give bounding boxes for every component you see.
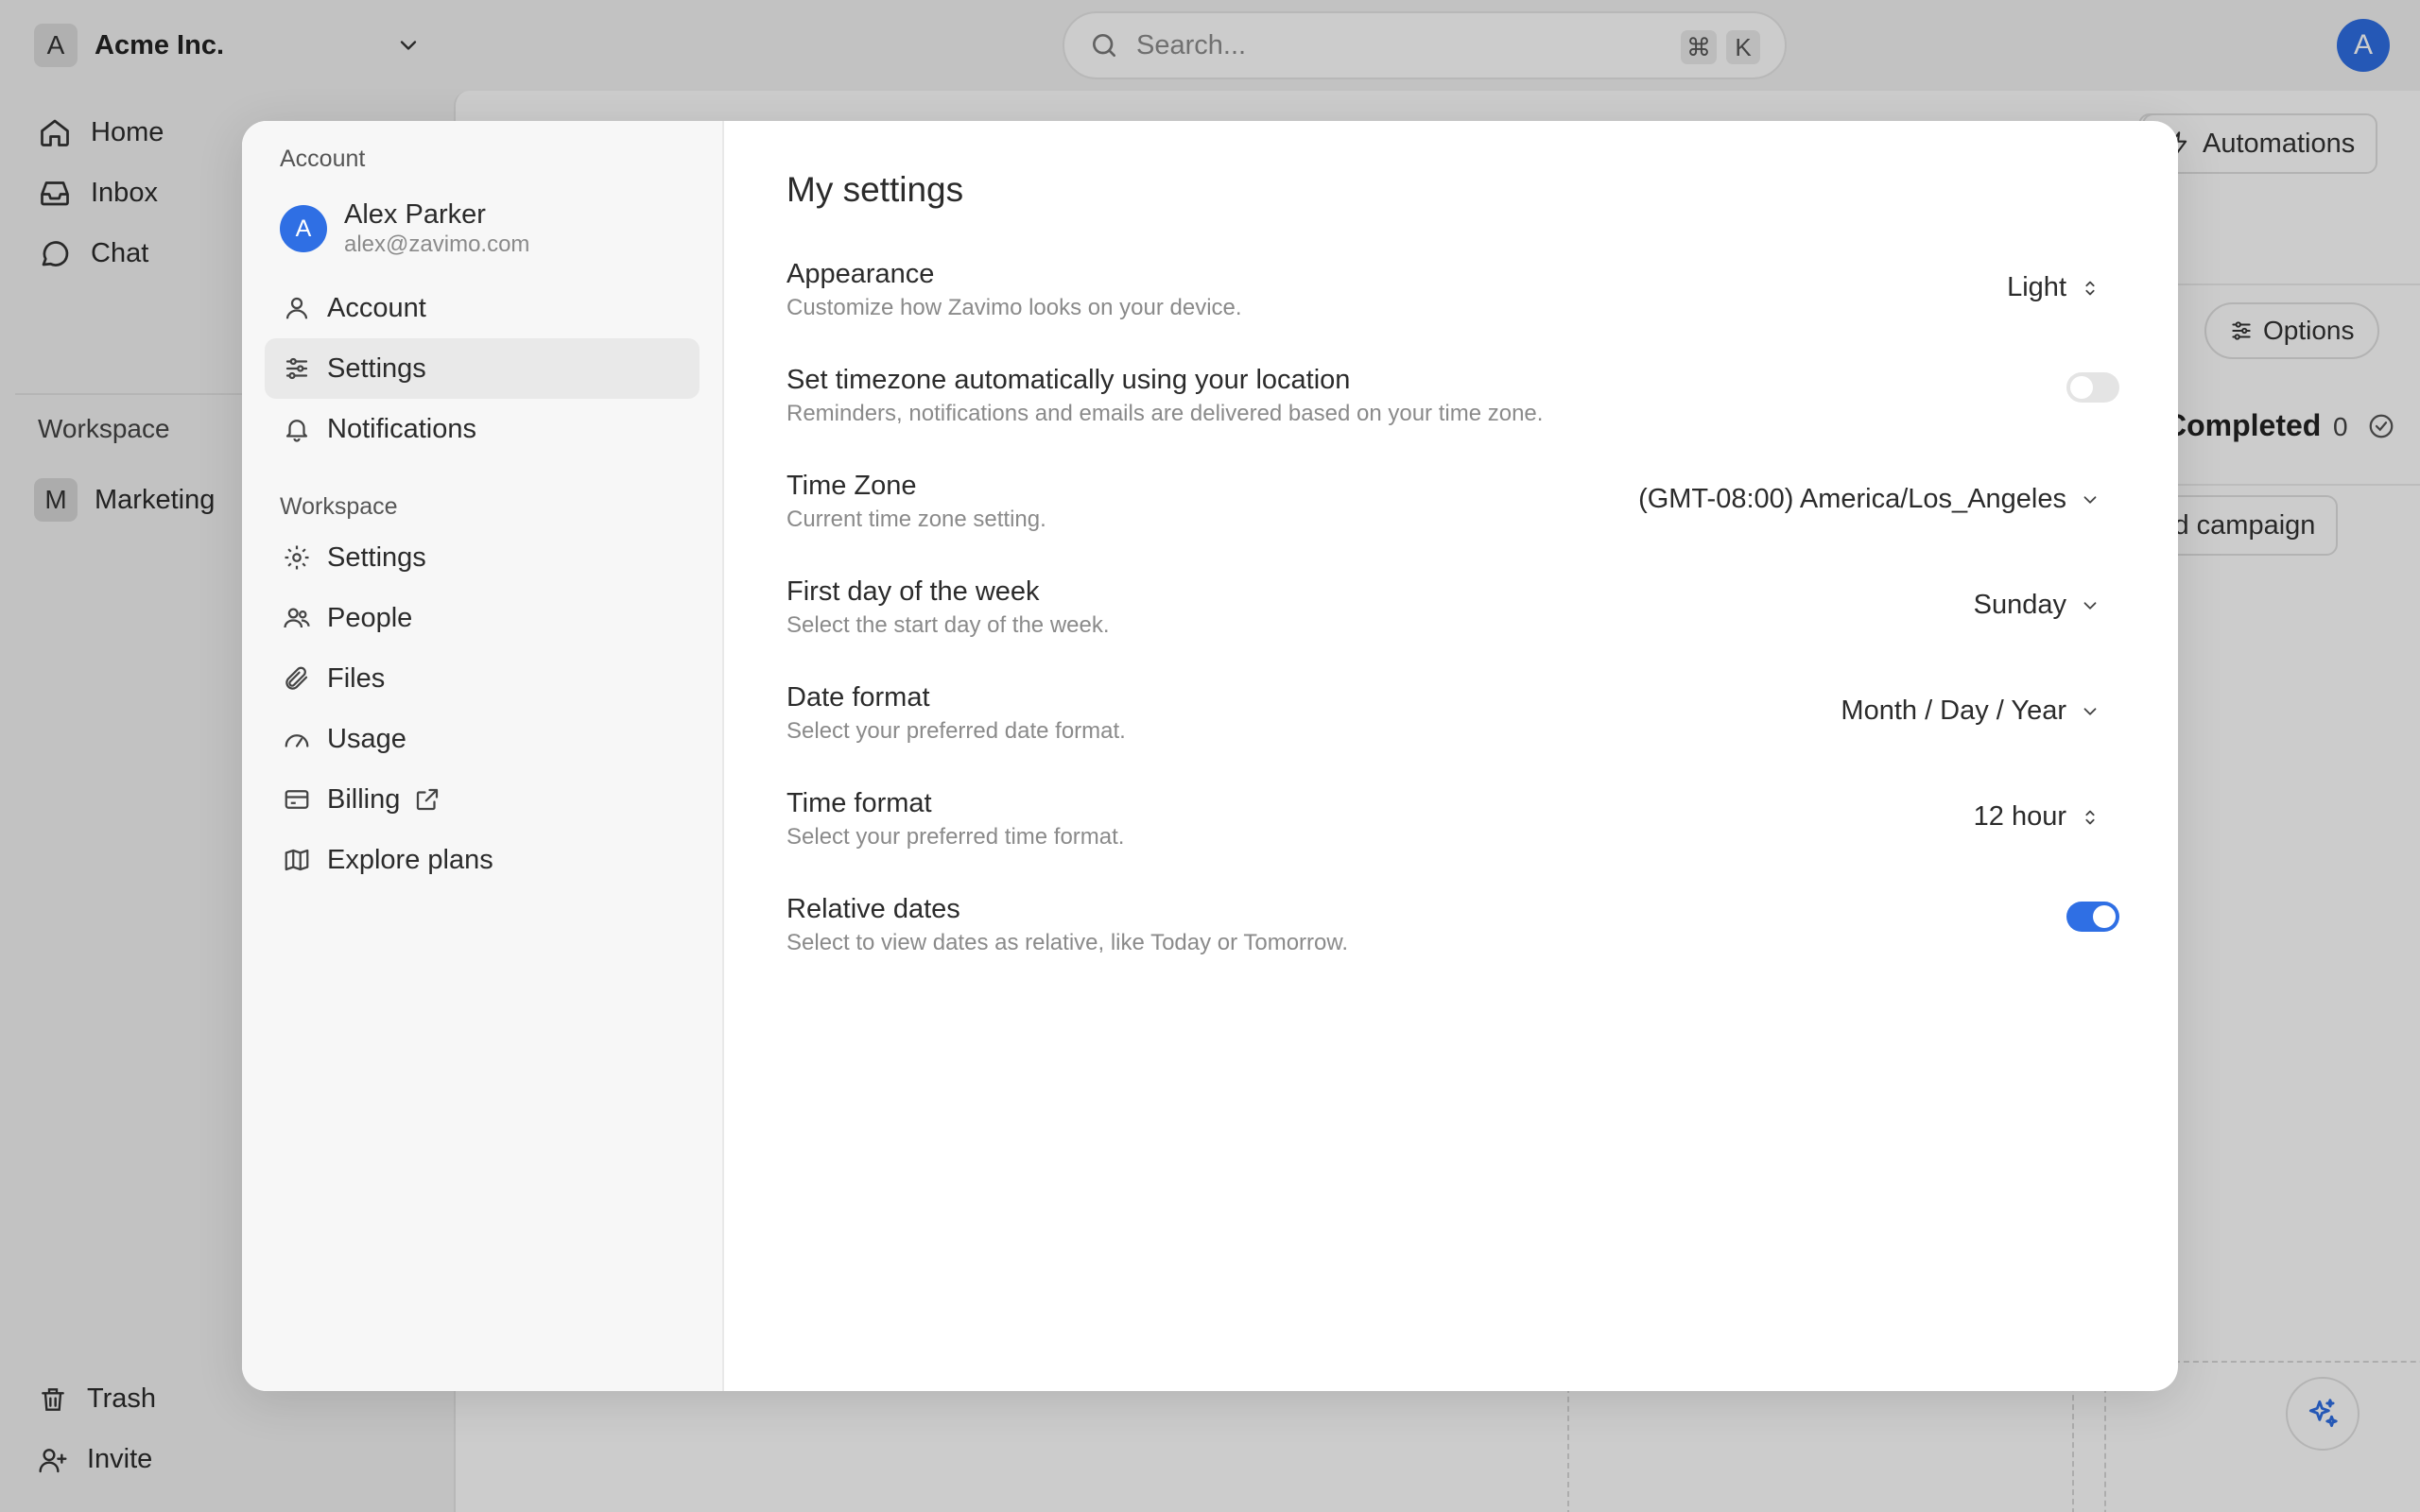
setting-description: Select the start day of the week. (786, 612, 1110, 638)
setting-row-first-day: First day of the week Select the start d… (786, 576, 2119, 652)
chevron-up-down-icon (2080, 278, 2100, 299)
setting-row-time-zone: Time Zone Current time zone setting. (GM… (786, 471, 2119, 546)
gauge-icon (282, 724, 312, 754)
settings-sidebar: Account A Alex Parker alex@zavimo.com Ac… (242, 121, 724, 1391)
relative-dates-toggle[interactable] (2066, 902, 2119, 932)
bell-icon (282, 414, 312, 444)
settings-content: My settings Appearance Customize how Zav… (724, 121, 2178, 1391)
external-link-icon (413, 785, 441, 814)
user-profile: A Alex Parker alex@zavimo.com (280, 198, 529, 259)
setting-row-auto-timezone: Set timezone automatically using your lo… (786, 365, 2119, 440)
settings-nav-usage[interactable]: Usage (265, 709, 700, 769)
sliders-icon (282, 353, 312, 384)
setting-label: Relative dates (786, 894, 960, 924)
credit-card-icon (282, 784, 312, 815)
chevron-down-icon (2080, 595, 2100, 616)
workspace-section-title: Workspace (280, 493, 398, 520)
nav-label: People (327, 602, 413, 633)
chevron-down-icon (2080, 701, 2100, 722)
select-value: Light (2007, 272, 2066, 302)
settings-nav-account[interactable]: Account (265, 278, 700, 338)
setting-label: First day of the week (786, 576, 1040, 607)
user-icon (282, 293, 312, 323)
setting-row-date-format: Date format Select your preferred date f… (786, 682, 2119, 758)
toggle-knob (2093, 905, 2116, 928)
select-value: Month / Day / Year (1841, 696, 2066, 726)
setting-description: Current time zone setting. (786, 507, 1046, 532)
map-icon (282, 845, 312, 875)
setting-description: Reminders, notifications and emails are … (786, 401, 1544, 426)
setting-description: Select your preferred date format. (786, 718, 1126, 744)
settings-nav-people[interactable]: People (265, 588, 700, 648)
nav-label: Settings (327, 541, 426, 573)
setting-label: Time Zone (786, 471, 917, 501)
chevron-down-icon (2080, 490, 2100, 510)
setting-description: Select your preferred time format. (786, 824, 1125, 850)
settings-nav-explore-plans[interactable]: Explore plans (265, 830, 700, 890)
first-day-select[interactable]: Sunday (1974, 590, 2100, 621)
nav-label: Usage (327, 723, 406, 754)
people-icon (282, 603, 312, 633)
nav-label: Notifications (327, 413, 476, 444)
settings-modal: Account A Alex Parker alex@zavimo.com Ac… (242, 121, 2178, 1391)
select-value: (GMT-08:00) America/Los_Angeles (1638, 484, 2066, 514)
setting-label: Time format (786, 788, 932, 818)
settings-nav-files[interactable]: Files (265, 648, 700, 709)
nav-label: Settings (327, 352, 426, 384)
account-section-title: Account (280, 146, 366, 172)
setting-row-relative-dates: Relative dates Select to view dates as r… (786, 894, 2119, 970)
setting-row-time-format: Time format Select your preferred time f… (786, 788, 2119, 864)
time-format-select[interactable]: 12 hour (1974, 801, 2100, 833)
settings-nav-settings[interactable]: Settings (265, 338, 700, 399)
setting-label: Set timezone automatically using your lo… (786, 365, 1351, 395)
page-title: My settings (786, 170, 964, 209)
settings-nav-billing[interactable]: Billing (265, 769, 700, 830)
appearance-select[interactable]: Light (2007, 272, 2100, 303)
setting-label: Date format (786, 682, 930, 713)
settings-nav-notifications[interactable]: Notifications (265, 399, 700, 459)
avatar: A (280, 205, 327, 252)
select-value: Sunday (1973, 590, 2066, 620)
date-format-select[interactable]: Month / Day / Year (1841, 696, 2100, 727)
paperclip-icon (282, 663, 312, 694)
setting-row-appearance: Appearance Customize how Zavimo looks on… (786, 259, 2119, 335)
nav-label: Files (327, 662, 386, 694)
setting-label: Appearance (786, 259, 935, 289)
settings-nav-workspace-settings[interactable]: Settings (265, 527, 700, 588)
setting-description: Select to view dates as relative, like T… (786, 930, 1349, 955)
nav-label: Explore plans (327, 844, 493, 875)
setting-description: Customize how Zavimo looks on your devic… (786, 295, 1242, 320)
chevron-up-down-icon (2080, 807, 2100, 828)
nav-label: Account (327, 292, 426, 323)
auto-timezone-toggle[interactable] (2066, 372, 2119, 403)
toggle-knob (2070, 376, 2093, 399)
select-value: 12 hour (1973, 801, 2066, 832)
gear-icon (282, 542, 312, 573)
nav-label: Billing (327, 783, 401, 815)
user-name: Alex Parker (344, 199, 486, 230)
time-zone-select[interactable]: (GMT-08:00) America/Los_Angeles (1638, 484, 2100, 515)
user-email: alex@zavimo.com (344, 232, 530, 257)
